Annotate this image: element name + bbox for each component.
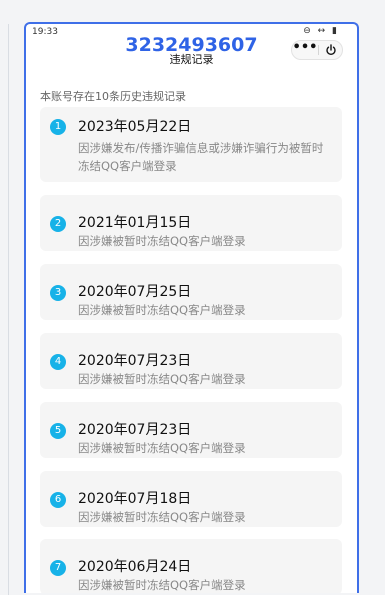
- record-date: 2020年07月23日: [78, 422, 192, 438]
- record-card[interactable]: 4 2020年07月23日因涉嫌被暂时冻结QQ客户端登录: [40, 333, 342, 389]
- record-number-badge: 2: [50, 216, 66, 232]
- power-icon: [326, 44, 336, 56]
- record-date: 2020年07月23日: [78, 353, 192, 369]
- record-date: 2020年07月25日: [78, 284, 192, 300]
- miniprogram-capsule: •••: [291, 40, 343, 60]
- record-number-badge: 7: [50, 560, 66, 576]
- record-description: 因涉嫌被暂时冻结QQ客户端登录: [78, 234, 246, 248]
- close-button[interactable]: [319, 41, 343, 59]
- record-description: 因涉嫌被暂时冻结QQ客户端登录: [78, 510, 246, 524]
- record-date: 2020年06月24日: [78, 559, 192, 575]
- record-date: 2023年05月22日: [78, 119, 192, 135]
- page: 19:33 ⊖ ↔ ▮ 3232493607 违规记录 ••• 本账号存在10条…: [0, 0, 385, 595]
- summary-text: 本账号存在10条历史违规记录: [40, 90, 186, 103]
- record-card[interactable]: 7 2020年06月24日因涉嫌被暂时冻结QQ客户端登录: [40, 539, 342, 593]
- record-description: 因涉嫌被暂时冻结QQ客户端登录: [78, 578, 246, 592]
- record-description: 因涉嫌被暂时冻结QQ客户端登录: [78, 372, 246, 386]
- record-description: 因涉嫌被暂时冻结QQ客户端登录: [78, 441, 246, 455]
- record-date: 2020年07月18日: [78, 491, 192, 507]
- record-number-badge: 1: [50, 119, 66, 135]
- record-card[interactable]: 5 2020年07月23日因涉嫌被暂时冻结QQ客户端登录: [40, 402, 342, 458]
- phone-frame: 19:33 ⊖ ↔ ▮ 3232493607 违规记录 ••• 本账号存在10条…: [24, 22, 359, 593]
- record-number-badge: 6: [50, 492, 66, 508]
- record-card[interactable]: 3 2020年07月25日因涉嫌被暂时冻结QQ客户端登录: [40, 264, 342, 320]
- record-number-badge: 3: [50, 285, 66, 301]
- record-card[interactable]: 1 2023年05月22日因涉嫌发布/传播诈骗信息或涉嫌诈骗行为被暂时冻结QQ客户…: [40, 107, 342, 182]
- divider: [8, 24, 9, 595]
- more-button[interactable]: •••: [292, 41, 318, 59]
- record-number-badge: 5: [50, 423, 66, 439]
- record-description: 因涉嫌被暂时冻结QQ客户端登录: [78, 303, 246, 317]
- record-date: 2021年01月15日: [78, 215, 192, 231]
- record-description: 因涉嫌发布/传播诈骗信息或涉嫌诈骗行为被暂时冻结QQ客户端登录: [78, 141, 324, 173]
- record-number-badge: 4: [50, 354, 66, 370]
- record-card[interactable]: 6 2020年07月18日因涉嫌被暂时冻结QQ客户端登录: [40, 471, 342, 527]
- record-card[interactable]: 2 2021年01月15日因涉嫌被暂时冻结QQ客户端登录: [40, 195, 342, 251]
